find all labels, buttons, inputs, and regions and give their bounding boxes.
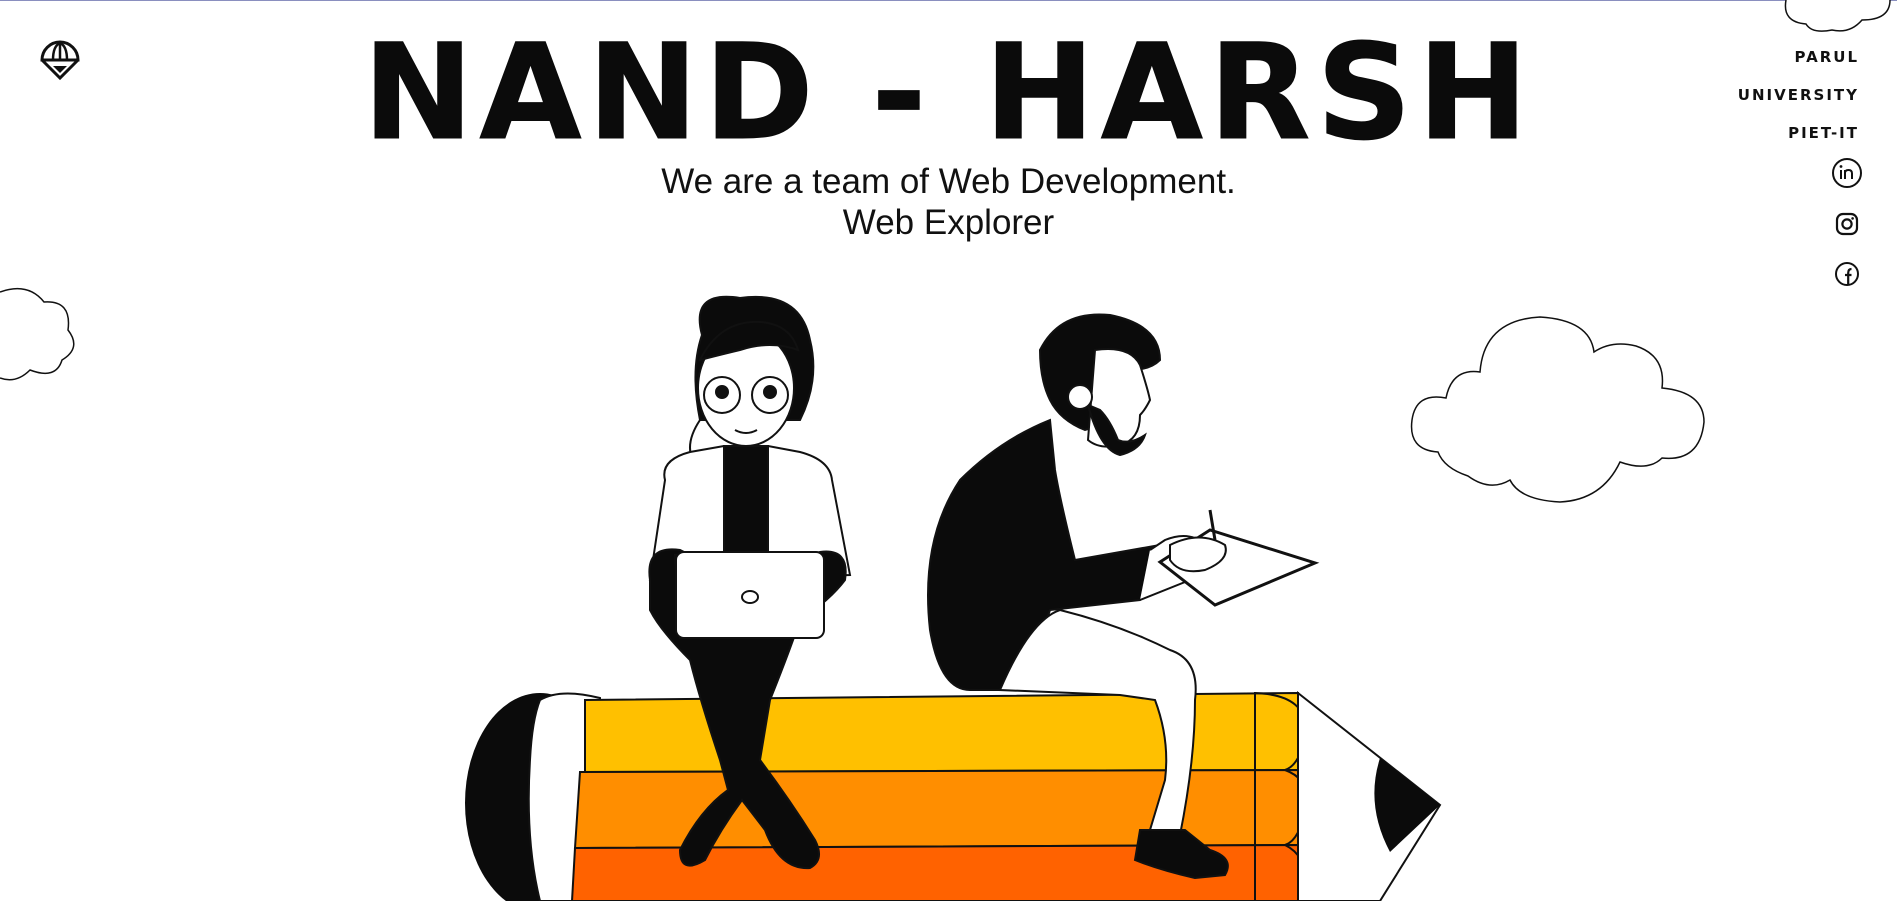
cloud-left-icon <box>0 287 75 381</box>
pencil-icon <box>465 690 1442 901</box>
cloud-top-right-icon <box>1784 0 1891 32</box>
cloud-right-icon <box>1410 316 1705 503</box>
hero-illustration <box>0 0 1891 901</box>
